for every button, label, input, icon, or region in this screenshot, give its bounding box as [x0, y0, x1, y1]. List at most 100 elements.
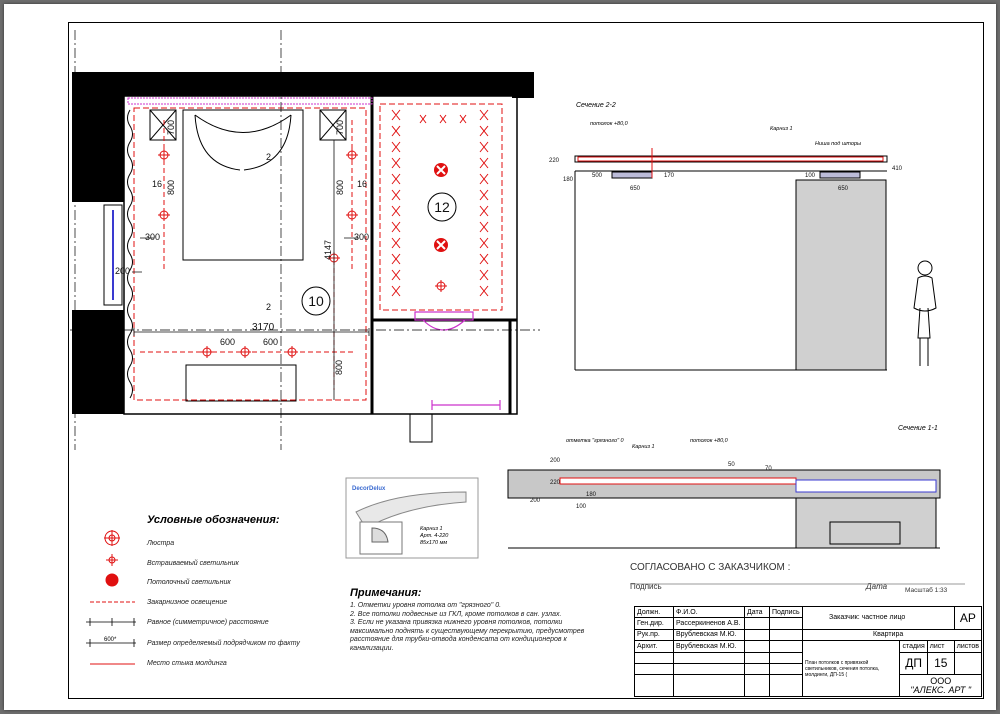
- s2-dim: 410: [892, 166, 903, 172]
- note-line: 3. Если не указана привязка нижнего уров…: [350, 619, 585, 652]
- section-mark-2-mid: 2: [266, 302, 271, 312]
- molding-image: DecorDelux Карниз 1 Арт. 4-220 85x170 мм: [345, 477, 479, 559]
- tb-sheet-label: лист: [926, 640, 955, 653]
- s1-dim: 50: [728, 462, 735, 468]
- molding-brand: DecorDelux: [352, 486, 386, 492]
- molding-caption-1: Карниз 1: [420, 526, 443, 532]
- tb-header: Дата: [744, 605, 770, 619]
- drawing-sheet: 10 12 700 700 800 800 16 16 300 300 200 …: [4, 4, 996, 710]
- wall-left-upper: [72, 72, 124, 202]
- section-1-label-cornice: Карниз 1: [632, 444, 655, 450]
- section-1-label-ceiling: потолок +80,0: [690, 438, 729, 444]
- section-1-label-dirty: отметка "грязного" 0: [566, 438, 625, 444]
- dim-600-a: 600: [220, 337, 235, 347]
- tb-header: Подпись: [769, 605, 803, 619]
- tb-stage-label: стадия: [899, 640, 928, 653]
- dim-300-left: 300: [145, 232, 160, 242]
- section-1-1: Сечение 1-1 отметка "грязного" 0 Карниз …: [507, 425, 941, 549]
- contractor-dimension-symbol: 600*: [104, 637, 117, 643]
- dim-800-bottom: 800: [334, 360, 344, 375]
- dim-800-right: 800: [335, 180, 345, 195]
- tb-sheets-label: листов: [953, 640, 983, 653]
- recessed-light-icon: [106, 554, 118, 566]
- section-2-2: Сечение 2-2 потолок +80,0 Карниз 1 Ниша …: [549, 102, 937, 371]
- s2-dim: 650: [630, 186, 641, 192]
- dim-16-left: 16: [152, 179, 162, 189]
- scale-label: Масштаб 1:33: [905, 586, 948, 594]
- tb-client: Заказчик: частное лицо: [802, 606, 955, 630]
- approval-date: Дата: [865, 582, 888, 591]
- section-2-label-ceiling: потолок +80,0: [590, 121, 629, 127]
- wall-left-lower: [72, 310, 124, 414]
- note-line: 2. Все потолки подвесные из ГКЛ, кроме п…: [350, 610, 562, 618]
- tb-sheet-title: молдинги, ДП-15 (: [805, 671, 848, 678]
- approval-heading: СОГЛАСОВАНО С ЗАКАЗЧИКОМ :: [630, 562, 790, 573]
- notes: Примечания:: [350, 587, 422, 599]
- section-1-title: Сечение 1-1: [898, 425, 938, 432]
- equal-spacing-icon: [86, 618, 136, 626]
- tb-stage: ДП: [899, 651, 928, 676]
- human-figure: [913, 260, 937, 366]
- dim-200: 200: [115, 266, 130, 276]
- molding-caption-2: Арт. 4-220: [419, 533, 449, 539]
- legend: Условные обозначения: 600* Люстра Встраи…: [86, 514, 300, 667]
- note-line: 1. Отметки уровня потолка от "грязного" …: [350, 602, 502, 609]
- ceiling-light-icon: [434, 163, 448, 177]
- dim-600-b: 600: [263, 337, 278, 347]
- molding-caption-3: 85x170 мм: [420, 540, 447, 546]
- tb-header: Ф.И.О.: [673, 605, 745, 619]
- dim-800-left: 800: [166, 180, 176, 195]
- notes-title: Примечания:: [350, 587, 422, 599]
- tb-sheet: 15: [926, 651, 955, 676]
- s2-dim: 170: [664, 173, 675, 179]
- legend-title: Условные обозначения:: [147, 514, 280, 526]
- legend-label: Встраиваемый светильник: [147, 559, 240, 567]
- s2-dim: 100: [805, 173, 816, 179]
- chandelier-icon: [104, 530, 120, 546]
- dim-300-right: 300: [354, 232, 369, 242]
- s2-dim: 180: [563, 177, 574, 183]
- tb-name: Рассеркиненов А.В.: [673, 617, 745, 630]
- section-mark-2-top: 2: [266, 152, 271, 162]
- s1-dim: 200: [550, 458, 561, 464]
- section-2-label-cornice: Карниз 1: [770, 126, 793, 132]
- legend-label: Закарнизное освещение: [147, 599, 227, 606]
- notes-body: 1. Отметки уровня потолка от "грязного" …: [350, 602, 590, 653]
- ceiling-light-icon: [434, 238, 448, 252]
- tb-name: Врублевская М.Ю.: [673, 628, 745, 642]
- title-block: Должн. Ф.И.О. Дата Подпись Заказчик: час…: [634, 605, 983, 697]
- s1-dim: 200: [530, 498, 541, 504]
- section-2-label-niche: Ниша под шторы: [815, 141, 861, 147]
- s2-dim: 500: [592, 173, 603, 179]
- ceiling-light-icon: [105, 573, 119, 587]
- tb-object: Квартира: [802, 628, 982, 642]
- legend-label: Потолочный светильник: [147, 578, 231, 586]
- tb-company-2: "АЛЕКС. АРТ ": [910, 684, 972, 695]
- dim-700-left: 700: [166, 120, 176, 135]
- s1-dim: 100: [576, 504, 587, 510]
- legend-label: Люстра: [146, 540, 174, 547]
- tb-role: Рук.пр.: [634, 628, 674, 642]
- dim-16-right: 16: [357, 179, 367, 189]
- section-2-title: Сечение 2-2: [576, 102, 616, 109]
- tb-code: АР: [953, 606, 983, 630]
- dim-4147: 4147: [323, 240, 333, 260]
- dim-3170: 3170: [252, 322, 275, 333]
- room-number-12: 12: [434, 199, 450, 215]
- wall-top-right: [512, 72, 534, 98]
- tb-name: Врублевская М.Ю.: [673, 640, 745, 653]
- wall-top: [90, 72, 530, 96]
- s1-dim: 220: [550, 480, 561, 486]
- tb-role: Архит.: [634, 640, 674, 653]
- tb-header: Должн.: [634, 605, 674, 619]
- s1-dim: 180: [586, 492, 597, 498]
- room-number-10: 10: [308, 293, 324, 309]
- s1-dim: 70: [765, 466, 772, 472]
- legend-label: Размер определяемый подрядчиком по факту: [147, 639, 300, 647]
- s2-dim: 650: [838, 186, 849, 192]
- s2-dim: 220: [549, 158, 560, 164]
- approval-signature: Подпись: [630, 582, 662, 591]
- legend-label: Равное (симметричное) расстояние: [147, 619, 269, 626]
- legend-label: Место стыка молдинга: [147, 659, 227, 667]
- tb-role: Ген.дир.: [634, 617, 674, 630]
